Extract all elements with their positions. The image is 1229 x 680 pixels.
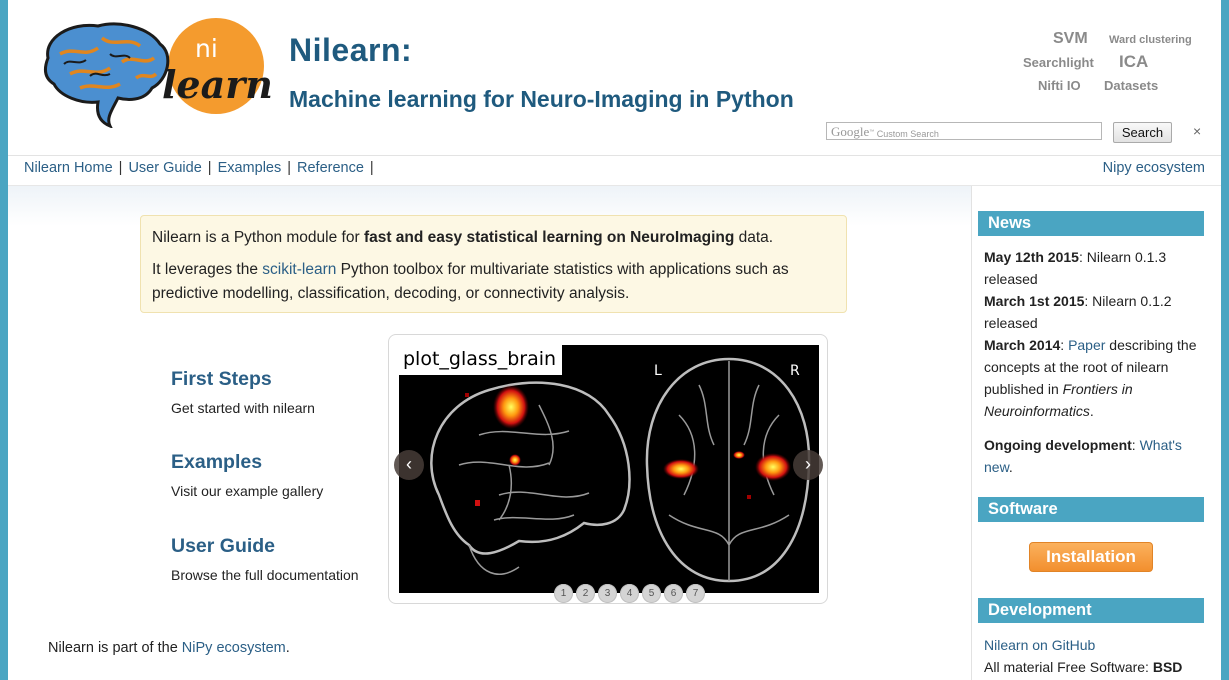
site-title: Nilearn: [289,32,413,68]
ongoing-label: Ongoing development [984,437,1132,453]
first-steps-desc: Get started with nilearn [171,400,315,416]
nav-separator: | [287,160,292,176]
carousel-page-6[interactable]: 6 [664,584,683,603]
nilearn-logo[interactable]: ni learn [40,18,276,129]
news-date: March 2014 [984,337,1061,353]
nipy-note-text: . [285,640,290,656]
quicklink-ward-clustering[interactable]: Ward clustering [1109,34,1192,46]
intro-line-2: It leverages the scikit-learn Python too… [152,258,836,306]
glass-brain-image[interactable]: plot_glass_brain L R [399,345,819,593]
quicklink-ica[interactable]: ICA [1119,52,1148,72]
intro-text: data. [734,229,774,246]
license-text: All material Free Software: [984,659,1153,675]
google-tm: ™ [869,129,875,135]
carousel-page-1[interactable]: 1 [554,584,573,603]
carousel-page-2[interactable]: 2 [576,584,595,603]
news-list: May 12th 2015: Nilearn 0.1.3 released Ma… [984,246,1204,478]
sidebar: News May 12th 2015: Nilearn 0.1.3 releas… [971,186,1221,680]
development-info: Nilearn on GitHub All material Free Soft… [984,634,1214,678]
header: ni learn Nilearn: Machine learning for N… [8,0,1221,156]
news-item: March 1st 2015: Nilearn 0.1.2 released [984,290,1204,334]
ongoing-development: Ongoing development: What's new. [984,434,1204,478]
ongoing-sep: : [1131,437,1140,453]
intro-box: Nilearn is a Python module for fast and … [140,215,847,313]
search-placeholder: Custom Search [876,129,939,139]
nipy-note: Nilearn is part of the NiPy ecosystem. [48,640,290,656]
google-brand: Google [831,124,870,139]
first-steps-link[interactable]: First Steps [171,368,272,391]
logo-text-ni: ni [195,34,218,63]
page: ni learn Nilearn: Machine learning for N… [8,0,1221,680]
main-content: Nilearn is a Python module for fast and … [8,186,971,680]
intro-text: It leverages the [152,261,263,278]
scikit-learn-link[interactable]: scikit-learn [262,261,336,278]
carousel-page-3[interactable]: 3 [598,584,617,603]
nav-item-nilearn-home[interactable]: Nilearn Home [24,160,113,176]
nipy-ecosystem-inline-link[interactable]: NiPy ecosystem [182,640,286,656]
news-date: May 12th 2015 [984,249,1079,265]
news-item: May 12th 2015: Nilearn 0.1.3 released [984,246,1204,290]
quicklink-searchlight[interactable]: Searchlight [1023,55,1094,70]
software-heading: Software [978,497,1204,522]
news-text: . [1089,403,1094,419]
user-guide-link[interactable]: User Guide [171,535,275,558]
nipy-note-text: Nilearn is part of the [48,640,182,656]
news-item: March 2014: Paper describing the concept… [984,334,1204,422]
nav-item-examples[interactable]: Examples [218,160,282,176]
nav-separator: | [118,160,123,176]
carousel-next-button[interactable]: › [793,450,823,480]
carousel-caption: plot_glass_brain [399,345,563,375]
nav-separator: | [369,160,374,176]
intro-line-1: Nilearn is a Python module for fast and … [152,226,836,250]
site-subtitle: Machine learning for Neuro-Imaging in Py… [289,86,794,112]
carousel-page-5[interactable]: 5 [642,584,661,603]
logo-text-learn: learn [162,62,273,107]
news-date: March 1st 2015 [984,293,1085,309]
carousel-prev-button[interactable]: ‹ [394,450,424,480]
quicklink-datasets[interactable]: Datasets [1104,78,1158,93]
examples-link[interactable]: Examples [171,451,262,474]
navbar: Nilearn Home | User Guide | Examples | Referen… [8,156,1221,186]
carousel-page-7[interactable]: 7 [686,584,705,603]
glass-brain-plot [430,357,811,583]
quicklink-nifti-io[interactable]: Nifti IO [1038,78,1081,93]
nipy-ecosystem-link[interactable]: Nipy ecosystem [1103,160,1205,176]
example-carousel: plot_glass_brain L R ‹ › 1234567 [388,334,828,604]
intro-bold: fast and easy statistical learning on Ne… [363,229,735,246]
ongoing-post: . [1008,459,1013,475]
development-heading: Development [978,598,1204,623]
installation-button[interactable]: Installation [1029,542,1153,572]
examples-desc: Visit our example gallery [171,483,324,499]
search-button[interactable]: Search [1113,122,1172,143]
search-input[interactable]: Google™ Custom Search [826,122,1102,140]
github-line: Nilearn on GitHub [984,634,1214,656]
paper-link[interactable]: Paper [1068,337,1105,353]
news-text: : [1060,337,1069,353]
nav-links: Nilearn Home | User Guide | Examples | Referen… [24,160,380,176]
license-line: All material Free Software: BSD [984,656,1214,678]
carousel-pagination: 1234567 [554,583,708,603]
carousel-page-4[interactable]: 4 [620,584,639,603]
quicklink-svm[interactable]: SVM [1053,30,1088,48]
intro-text: Nilearn is a Python module for [152,229,364,246]
user-guide-desc: Browse the full documentation [171,567,359,583]
left-hemisphere-label: L [654,363,662,379]
nav-separator: | [207,160,212,176]
clear-search-icon[interactable]: × [1193,123,1201,139]
news-heading: News [978,211,1204,236]
github-link[interactable]: Nilearn on GitHub [984,637,1095,653]
nav-item-user-guide[interactable]: User Guide [128,160,201,176]
right-hemisphere-label: R [790,363,800,379]
license-bsd: BSD [1152,659,1183,675]
nav-item-reference[interactable]: Reference [297,160,364,176]
